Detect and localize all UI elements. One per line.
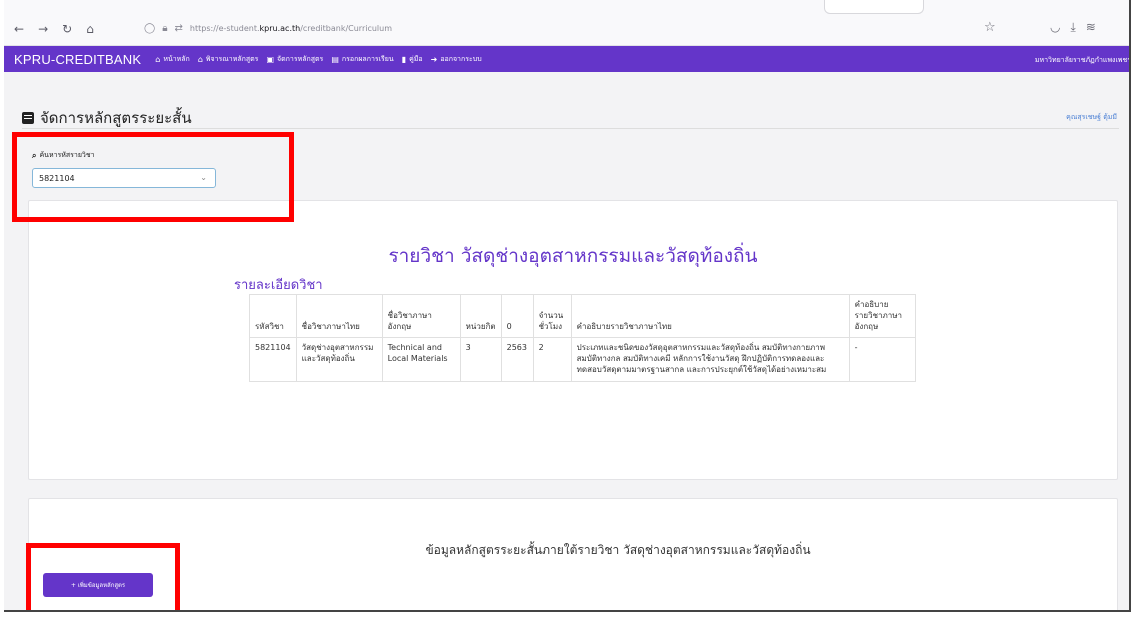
home-icon: ⌂ (155, 54, 161, 64)
menu-item-enter-grades[interactable]: ▤ กรอกผลการเรียน (331, 54, 393, 65)
permissions-icon: ⇄ (174, 22, 183, 34)
download-icon[interactable]: ⤓ (1070, 20, 1075, 35)
cell-english-name: Technical and Local Materials (381, 337, 461, 382)
table-header-row: รหัสวิชา ชื่อวิชาภาษาไทย ชื่อวิชาภาษาอัง… (249, 293, 916, 339)
url-text[interactable]: https://e-student.kpru.ac.th/creditbank/… (190, 24, 392, 33)
back-icon[interactable]: ← (14, 22, 24, 36)
reload-icon[interactable]: ↻ (62, 22, 72, 36)
header-divider (22, 128, 1119, 129)
main-menu: ⌂ หน้าหลัก ⌂ พิจารณาหลักสูตร ▣ จัดการหลักสู… (155, 54, 481, 65)
highlight-box-search (12, 132, 294, 222)
detail-heading: รายละเอียดวิชา (234, 278, 323, 293)
home-icon: ⌂ (197, 54, 203, 64)
page-title: จัดการหลักสูตรระยะสั้น (40, 109, 192, 127)
university-name: มหาวิทยาลัยราชภัฏกำแพงเพชร (1034, 56, 1131, 64)
short-course-card: ข้อมูลหลักสูตรระยะสั้นภายใต้รายวิชา วัสด… (28, 498, 1118, 610)
col-course-code: รหัสวิชา (249, 293, 297, 339)
browser-tab[interactable] (824, 0, 924, 14)
col-thai-description: คำอธิบายรายวิชาภาษาไทย (570, 293, 850, 339)
pocket-icon[interactable]: ◡ (1050, 20, 1060, 35)
cell-course-code: 5821104 (249, 337, 297, 382)
menu-item-manual[interactable]: ▮ คู่มือ (402, 54, 423, 65)
cell-year: 2563 (500, 337, 534, 382)
menu-item-review-curriculum[interactable]: ⌂ พิจารณาหลักสูตร (198, 54, 259, 65)
col-english-name: ชื่อวิชาภาษาอังกฤษ (381, 293, 461, 339)
lock-icon: 🔒︎ (162, 22, 168, 34)
cell-english-description: - (848, 337, 916, 382)
plus-square-icon: ▣ (266, 54, 275, 64)
sign-out-icon: ➜ (430, 54, 438, 64)
col-zero: 0 (500, 293, 534, 339)
col-english-description: คำอธิบายรายวิชาภาษาอังกฤษ (848, 293, 916, 339)
forward-icon[interactable]: → (38, 22, 48, 36)
app-navbar: KPRU-CREDITBANK ⌂ หน้าหลัก ⌂ พิจารณาหลักสู… (4, 46, 1131, 72)
book-icon: ▮ (401, 54, 407, 64)
browser-toolbar: ← → ↻ ⌂ ◯ 🔒︎ ⇄ https://e-student.kpru.ac… (4, 0, 1129, 46)
table-row: 5821104 วัสดุช่างอุตสาหกรรมและวัสดุท้องถ… (249, 337, 916, 382)
address-bar[interactable]: ◯ 🔒︎ ⇄ https://e-student.kpru.ac.th/cred… (144, 15, 1004, 41)
col-thai-name: ชื่อวิชาภาษาไทย (295, 293, 383, 339)
cell-hours: 2 (532, 337, 572, 382)
menu-item-home[interactable]: ⌂ หน้าหลัก (155, 54, 190, 65)
menu-item-manage-curriculum[interactable]: ▣ จัดการหลักสูตร (266, 54, 323, 65)
list-icon (22, 112, 34, 124)
brand-logo[interactable]: KPRU-CREDITBANK (14, 52, 141, 67)
extensions-icon[interactable]: ≋ (1086, 20, 1096, 35)
cell-thai-name: วัสดุช่างอุตสาหกรรมและวัสดุท้องถิ่น (295, 337, 383, 382)
shield-icon: ◯ (144, 22, 156, 34)
menu-item-logout[interactable]: ➜ ออกจากระบบ (431, 54, 482, 65)
home-icon[interactable]: ⌂ (86, 22, 94, 36)
cell-credits: 3 (459, 337, 502, 382)
course-detail-card: รายวิชา วัสดุช่างอุตสาหกรรมและวัสดุท้องถ… (28, 200, 1118, 480)
short-course-title: ข้อมูลหลักสูตรระยะสั้นภายใต้รายวิชา วัสด… (425, 543, 811, 557)
bookmark-star-icon[interactable]: ☆ (984, 20, 996, 35)
cell-thai-description: ประเภทและชนิดของวัสดุอุตสาหกรรมและวัสดุท… (570, 337, 850, 382)
col-hours: จำนวนชั่วโมง (532, 293, 572, 339)
user-name-link[interactable]: คุณสุรเชษฐ์ ตุ้มมี (1066, 112, 1117, 123)
calculator-icon: ▤ (331, 54, 339, 64)
col-credits: หน่วยกิต (459, 293, 502, 339)
course-title: รายวิชา วัสดุช่างอุตสาหกรรมและวัสดุท้องถ… (388, 245, 758, 267)
highlight-box-add-button (26, 543, 180, 610)
page-header: จัดการหลักสูตรระยะสั้น (22, 106, 192, 130)
app-window: ← → ↻ ⌂ ◯ 🔒︎ ⇄ https://e-student.kpru.ac… (4, 0, 1131, 612)
course-detail-table: รหัสวิชา ชื่อวิชาภาษาไทย ชื่อวิชาภาษาอัง… (249, 293, 916, 382)
